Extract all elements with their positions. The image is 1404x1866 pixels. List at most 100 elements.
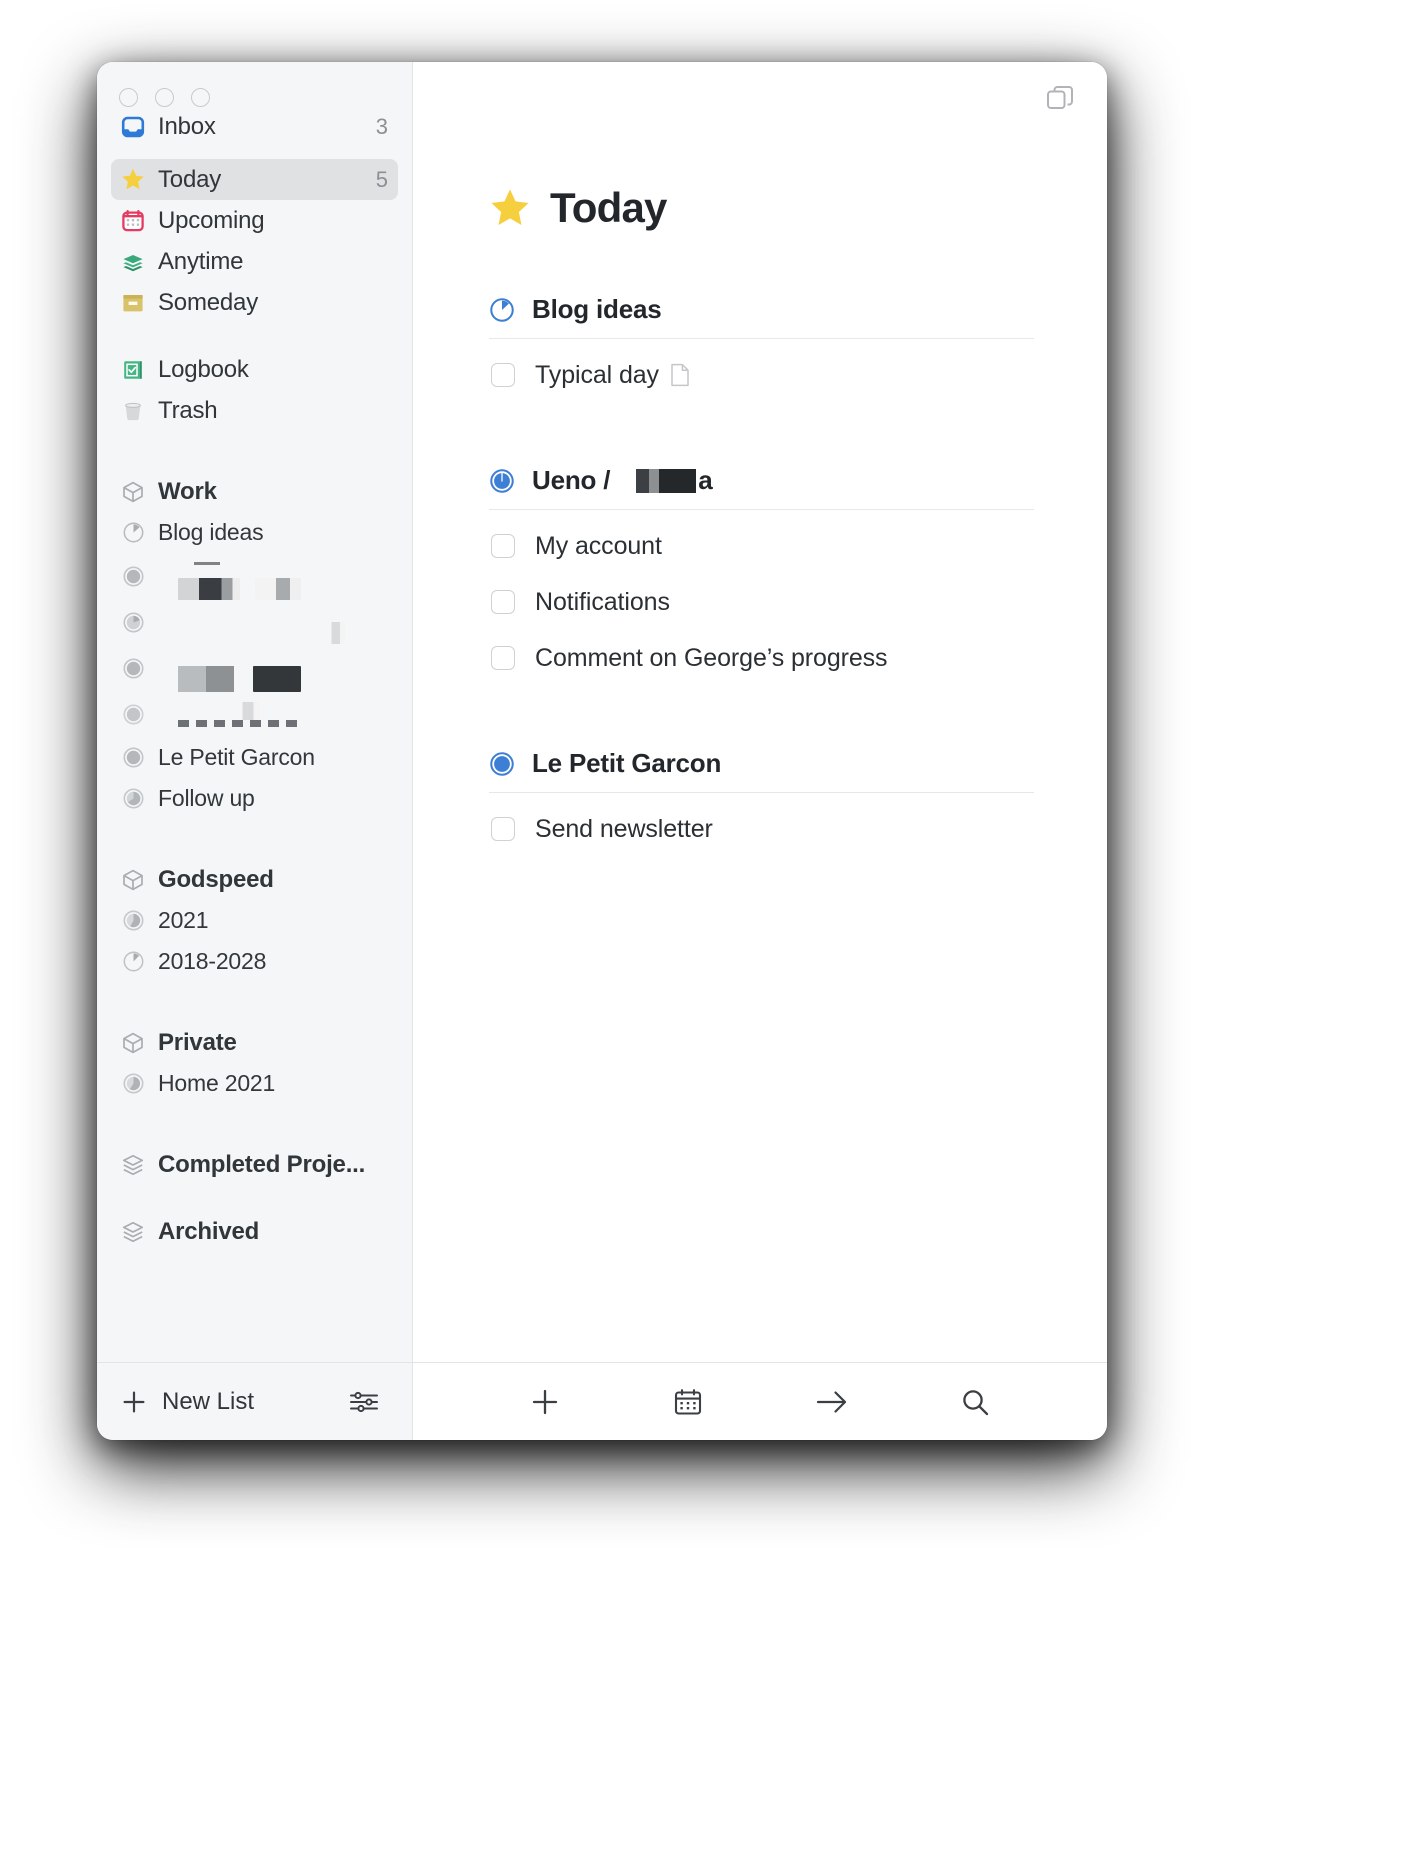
project-progress-icon: [121, 950, 145, 974]
section-title: Ueno / a: [532, 465, 713, 496]
sidebar-item-trash[interactable]: Trash: [111, 390, 398, 431]
section-title: Blog ideas: [532, 294, 662, 325]
sidebar-area-label: Completed Proje...: [158, 1150, 366, 1178]
redaction-block: [255, 578, 301, 600]
page-title-row: Today: [489, 184, 1053, 232]
sidebar-item-label: Anytime: [158, 247, 244, 275]
sidebar-area-archived[interactable]: Archived: [111, 1211, 398, 1252]
new-list-button[interactable]: New List: [121, 1388, 254, 1416]
zoom-button[interactable]: [191, 88, 210, 107]
sidebar-item-today[interactable]: Today 5: [111, 159, 398, 200]
note-icon: [670, 363, 690, 387]
section-header[interactable]: Ueno / a: [489, 465, 1034, 510]
sidebar-item-label: Someday: [158, 288, 258, 316]
project-progress-icon: [121, 702, 145, 726]
section-title-suffix: a: [698, 465, 713, 495]
sidebar-area-private[interactable]: Private: [111, 1022, 398, 1063]
todo-label: My account: [535, 531, 662, 560]
todo-checkbox[interactable]: [491, 590, 515, 614]
section-le-petit-garcon: Le Petit Garcon Send newsletter: [489, 748, 1053, 857]
todo-label: Notifications: [535, 587, 670, 616]
todo-label-wrap: Typical day: [535, 361, 690, 390]
screenshot-canvas: Inbox 3 Today 5 Upcoming Anytime Someday…: [0, 0, 1404, 1866]
main-body: Today Blog ideas Typical day Ueno / a My…: [413, 128, 1107, 1362]
new-todo-button[interactable]: [521, 1378, 569, 1426]
sidebar-project-home-2021[interactable]: Home 2021: [111, 1063, 398, 1104]
close-button[interactable]: [119, 88, 138, 107]
area-icon: [121, 480, 145, 504]
sidebar-item-count: 3: [375, 113, 388, 139]
sliders-icon: [349, 1389, 379, 1415]
todo-checkbox[interactable]: [491, 817, 515, 841]
section-header[interactable]: Le Petit Garcon: [489, 748, 1034, 793]
star-icon: [489, 188, 531, 228]
sidebar-divider-gap: [111, 323, 398, 349]
section-header[interactable]: Blog ideas: [489, 294, 1034, 339]
todo-label: Send newsletter: [535, 814, 713, 843]
todo-row[interactable]: Notifications: [489, 574, 1053, 630]
arrow-right-icon: [815, 1387, 849, 1417]
todo-row[interactable]: Send newsletter: [489, 801, 1053, 857]
sidebar: Inbox 3 Today 5 Upcoming Anytime Someday…: [97, 62, 413, 1440]
layers-stack-icon: [121, 1220, 145, 1244]
sidebar-item-someday[interactable]: Someday: [111, 282, 398, 323]
copy-window-button[interactable]: [1043, 82, 1077, 116]
when-button[interactable]: [664, 1378, 712, 1426]
todo-row[interactable]: My account: [489, 518, 1053, 574]
project-progress-icon: [121, 656, 145, 680]
redaction-block: [328, 622, 345, 644]
calendar-icon: [121, 209, 145, 233]
sidebar-divider-gap: [111, 982, 398, 1022]
window-traffic-lights: [97, 62, 412, 107]
sidebar-project-redacted-3[interactable]: [111, 645, 398, 692]
redaction-mark: [194, 562, 220, 565]
minimize-button[interactable]: [155, 88, 174, 107]
redaction-block: [253, 666, 301, 692]
sidebar-item-label: Today: [158, 165, 222, 193]
settings-button[interactable]: [340, 1378, 388, 1426]
project-progress-icon: [121, 746, 145, 770]
search-button[interactable]: [951, 1378, 999, 1426]
project-progress-icon: [121, 521, 145, 545]
sidebar-project-2018-2028[interactable]: 2018-2028: [111, 941, 398, 982]
project-progress-icon: [489, 751, 515, 777]
todo-checkbox[interactable]: [491, 534, 515, 558]
copy-window-icon: [1045, 84, 1075, 114]
section-title-text: Ueno /: [532, 465, 611, 495]
todo-row[interactable]: Typical day: [489, 347, 1053, 403]
todo-checkbox[interactable]: [491, 363, 515, 387]
sidebar-project-follow-up[interactable]: Follow up: [111, 778, 398, 819]
sidebar-project-label: Le Petit Garcon: [158, 744, 315, 770]
move-button[interactable]: [808, 1378, 856, 1426]
sidebar-item-inbox[interactable]: Inbox 3: [111, 106, 398, 147]
sidebar-project-redacted-1[interactable]: [111, 553, 398, 600]
sidebar-list: Inbox 3 Today 5 Upcoming Anytime Someday…: [97, 106, 412, 1362]
star-icon: [121, 168, 145, 192]
sidebar-project-le-petit-garcon[interactable]: Le Petit Garcon: [111, 737, 398, 778]
sidebar-project-2021[interactable]: 2021: [111, 900, 398, 941]
sidebar-area-completed-projects[interactable]: Completed Proje...: [111, 1144, 398, 1185]
plus-icon: [121, 1389, 147, 1415]
sidebar-divider-gap: [111, 431, 398, 471]
todo-row[interactable]: Comment on George’s progress: [489, 630, 1053, 686]
sidebar-item-upcoming[interactable]: Upcoming: [111, 200, 398, 241]
sidebar-item-logbook[interactable]: Logbook: [111, 349, 398, 390]
sidebar-item-anytime[interactable]: Anytime: [111, 241, 398, 282]
sidebar-item-label: Trash: [158, 396, 218, 424]
sidebar-project-redacted-4[interactable]: [111, 691, 398, 737]
things-app-window: Inbox 3 Today 5 Upcoming Anytime Someday…: [97, 62, 1107, 1440]
project-progress-icon: [121, 564, 145, 588]
sidebar-area-label: Godspeed: [158, 865, 274, 893]
sidebar-area-work[interactable]: Work: [111, 471, 398, 512]
sidebar-area-godspeed[interactable]: Godspeed: [111, 859, 398, 900]
sidebar-project-label: 2018-2028: [158, 948, 267, 974]
sidebar-divider-gap: [111, 819, 398, 859]
sidebar-project-label: Follow up: [158, 785, 255, 811]
sidebar-project-blog-ideas[interactable]: Blog ideas: [111, 512, 398, 553]
section-title-text: Le Petit Garcon: [532, 748, 722, 778]
search-icon: [960, 1387, 990, 1417]
layers-icon: [121, 250, 145, 274]
todo-checkbox[interactable]: [491, 646, 515, 670]
sidebar-project-redacted-2[interactable]: [111, 599, 398, 645]
sidebar-divider-gap: [111, 1185, 398, 1211]
